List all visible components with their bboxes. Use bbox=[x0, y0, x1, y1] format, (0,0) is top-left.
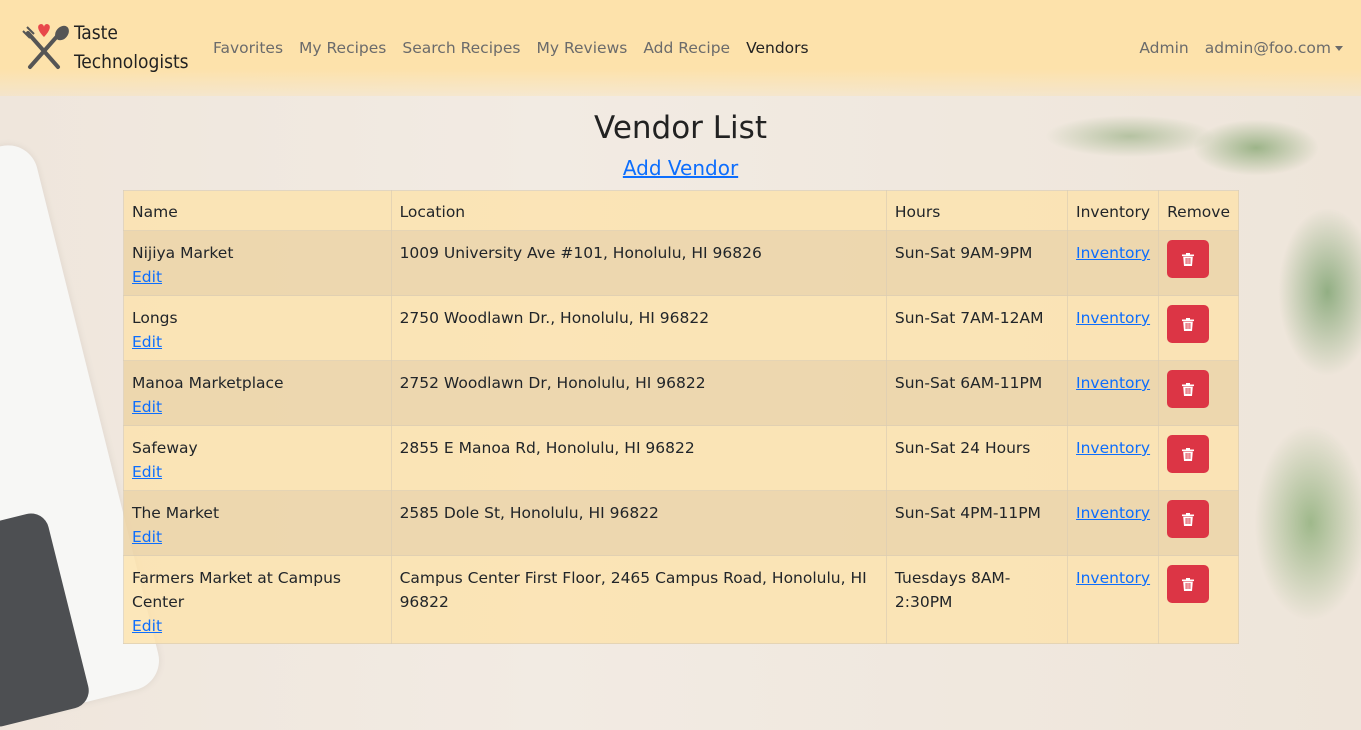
nav-favorites[interactable]: Favorites bbox=[213, 39, 283, 57]
edit-link[interactable]: Edit bbox=[132, 395, 383, 419]
vendor-table: Name Location Hours Inventory Remove Nij… bbox=[123, 190, 1239, 644]
cell-remove bbox=[1158, 425, 1239, 491]
nav-my-reviews[interactable]: My Reviews bbox=[536, 39, 627, 57]
table-row: Longs Edit 2750 Woodlawn Dr., Honolulu, HI… bbox=[123, 295, 1239, 361]
header-location: Location bbox=[390, 190, 887, 231]
cell-inventory: Inventory bbox=[1067, 490, 1160, 556]
trash-icon bbox=[1182, 317, 1195, 331]
cell-hours: Sun-Sat 6AM-11PM bbox=[885, 360, 1069, 426]
user-dropdown[interactable]: admin@foo.com bbox=[1205, 39, 1343, 57]
trash-icon bbox=[1182, 512, 1195, 526]
cell-name: Manoa Marketplace Edit bbox=[123, 360, 392, 426]
cell-location: Campus Center First Floor, 2465 Campus R… bbox=[390, 555, 887, 644]
inventory-link[interactable]: Inventory bbox=[1076, 371, 1150, 395]
header-name: Name bbox=[123, 190, 392, 231]
brand-name-line1: Taste bbox=[74, 22, 118, 44]
cell-location: 1009 University Ave #101, Honolulu, HI 9… bbox=[390, 230, 887, 296]
cell-location: 2752 Woodlawn Dr, Honolulu, HI 96822 bbox=[390, 360, 887, 426]
table-row: Nijiya Market Edit 1009 University Ave #10… bbox=[123, 230, 1239, 296]
trash-icon bbox=[1182, 447, 1195, 461]
cell-remove bbox=[1158, 295, 1239, 361]
vendor-name: Nijiya Market bbox=[132, 244, 234, 262]
header-remove: Remove bbox=[1158, 190, 1239, 231]
vendor-name: Farmers Market at Campus Center bbox=[132, 569, 341, 611]
cell-inventory: Inventory bbox=[1067, 360, 1160, 426]
add-vendor-link[interactable]: Add Vendor bbox=[623, 156, 738, 180]
vendor-name: Manoa Marketplace bbox=[132, 374, 284, 392]
cell-location: 2585 Dole St, Honolulu, HI 96822 bbox=[390, 490, 887, 556]
header-hours: Hours bbox=[885, 190, 1069, 231]
cell-inventory: Inventory bbox=[1067, 295, 1160, 361]
table-row: Manoa Marketplace Edit 2752 Woodlawn Dr, H… bbox=[123, 360, 1239, 426]
cell-remove bbox=[1158, 555, 1239, 644]
brand-name-line2: Technologists bbox=[74, 51, 189, 73]
cell-name: Nijiya Market Edit bbox=[123, 230, 392, 296]
cell-hours: Sun-Sat 4PM-11PM bbox=[885, 490, 1069, 556]
cell-hours: Sun-Sat 24 Hours bbox=[885, 425, 1069, 491]
nav-links: Favorites My Recipes Search Recipes My R… bbox=[213, 39, 825, 57]
navbar: Taste Technologists Favorites My Recipes… bbox=[0, 0, 1361, 96]
cell-inventory: Inventory bbox=[1067, 555, 1160, 644]
cell-inventory: Inventory bbox=[1067, 230, 1160, 296]
table-row: Safeway Edit 2855 E Manoa Rd, Honolulu, HI… bbox=[123, 425, 1239, 491]
table-header-row: Name Location Hours Inventory Remove bbox=[123, 190, 1239, 231]
delete-button[interactable] bbox=[1167, 500, 1210, 538]
edit-link[interactable]: Edit bbox=[132, 330, 383, 354]
nav-add-recipe[interactable]: Add Recipe bbox=[643, 39, 730, 57]
cell-inventory: Inventory bbox=[1067, 425, 1160, 491]
fork-spoon-heart-icon bbox=[18, 21, 70, 75]
nav-search-recipes[interactable]: Search Recipes bbox=[402, 39, 520, 57]
nav-admin[interactable]: Admin bbox=[1139, 39, 1188, 57]
inventory-link[interactable]: Inventory bbox=[1076, 241, 1150, 265]
cell-remove bbox=[1158, 490, 1239, 556]
vendor-name: The Market bbox=[132, 504, 220, 522]
table-row: The Market Edit 2585 Dole St, Honolulu, HI… bbox=[123, 490, 1239, 556]
cell-location: 2855 E Manoa Rd, Honolulu, HI 96822 bbox=[390, 425, 887, 491]
trash-icon bbox=[1182, 577, 1195, 591]
inventory-link[interactable]: Inventory bbox=[1076, 566, 1150, 590]
cell-hours: Tuesdays 8AM-2:30PM bbox=[885, 555, 1069, 644]
delete-button[interactable] bbox=[1167, 305, 1210, 343]
user-email: admin@foo.com bbox=[1204, 39, 1331, 57]
cell-location: 2750 Woodlawn Dr., Honolulu, HI 96822 bbox=[390, 295, 887, 361]
edit-link[interactable]: Edit bbox=[132, 265, 383, 289]
cell-name: The Market Edit bbox=[123, 490, 392, 556]
cell-hours: Sun-Sat 9AM-9PM bbox=[885, 230, 1069, 296]
header-inventory: Inventory bbox=[1067, 190, 1160, 231]
cell-hours: Sun-Sat 7AM-12AM bbox=[885, 295, 1069, 361]
cell-remove bbox=[1158, 230, 1239, 296]
page-title: Vendor List bbox=[594, 110, 767, 146]
inventory-link[interactable]: Inventory bbox=[1076, 501, 1150, 525]
brand[interactable]: Taste Technologists bbox=[18, 19, 208, 77]
delete-button[interactable] bbox=[1167, 240, 1210, 278]
delete-button[interactable] bbox=[1167, 435, 1210, 473]
nav-my-recipes[interactable]: My Recipes bbox=[299, 39, 386, 57]
inventory-link[interactable]: Inventory bbox=[1076, 436, 1150, 460]
cell-name: Farmers Market at Campus Center Edit bbox=[123, 555, 392, 644]
vendor-name: Safeway bbox=[132, 439, 198, 457]
trash-icon bbox=[1182, 252, 1195, 266]
edit-link[interactable]: Edit bbox=[132, 460, 383, 484]
cell-remove bbox=[1158, 360, 1239, 426]
cell-name: Longs Edit bbox=[123, 295, 392, 361]
trash-icon bbox=[1182, 382, 1195, 396]
edit-link[interactable]: Edit bbox=[132, 614, 383, 638]
caret-down-icon bbox=[1335, 46, 1343, 51]
table-row: Farmers Market at Campus Center Edit Campu… bbox=[123, 555, 1239, 644]
vendor-name: Longs bbox=[132, 309, 178, 327]
delete-button[interactable] bbox=[1167, 565, 1210, 603]
cell-name: Safeway Edit bbox=[123, 425, 392, 491]
edit-link[interactable]: Edit bbox=[132, 525, 383, 549]
nav-vendors[interactable]: Vendors bbox=[746, 39, 809, 57]
delete-button[interactable] bbox=[1167, 370, 1210, 408]
inventory-link[interactable]: Inventory bbox=[1076, 306, 1150, 330]
